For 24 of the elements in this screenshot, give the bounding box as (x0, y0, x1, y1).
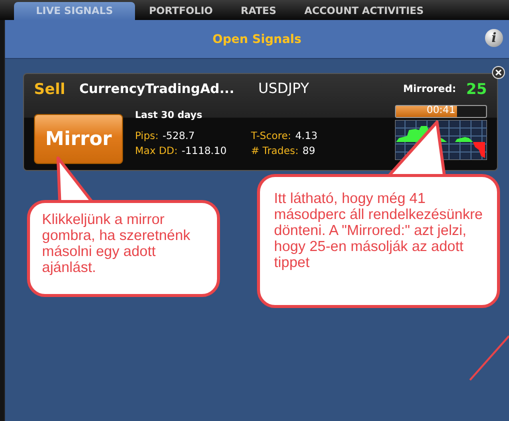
tab[interactable]: RATES (226, 2, 290, 20)
callout-text: Klikkeljünk a mirror gombra, ha szeretnénk másolni egy adott ajánlást. (27, 200, 220, 297)
timer-text: 00:41 (426, 105, 456, 116)
stat-value: 4.13 (295, 131, 318, 142)
stat-value: -1118.10 (182, 146, 227, 157)
tab[interactable]: ACCOUNT ACTIVITIES (290, 2, 438, 20)
currency-pair: USDJPY (258, 81, 309, 97)
stat-label: Max DD: (135, 146, 178, 157)
stat-value: -528.7 (162, 131, 195, 142)
info-icon[interactable]: i (485, 29, 503, 47)
panel-title: Open Signals (212, 32, 302, 46)
tab[interactable]: PORTFOLIO (134, 2, 227, 20)
provider-name: CurrencyTradingAd... (79, 82, 234, 96)
callout-text: Itt látható, hogy még 41 másodperc áll rendelkezésünkre dönteni. A "Mirrored:" azt jelzi, hogy 25-en másolják az adott tippet (257, 174, 500, 308)
stat-label: T-Score: (251, 131, 292, 142)
stat-label: # Trades: (251, 146, 299, 157)
close-icon[interactable] (492, 66, 505, 79)
mirrored-label: Mirrored: (403, 84, 456, 94)
direction-label: Sell (34, 80, 66, 98)
stat-value: 89 (302, 146, 316, 157)
mirrored-count: 25 (466, 80, 487, 98)
leader-line (469, 335, 509, 381)
period-label: Last 30 days (135, 110, 204, 121)
stat-label: Pips: (135, 131, 159, 142)
